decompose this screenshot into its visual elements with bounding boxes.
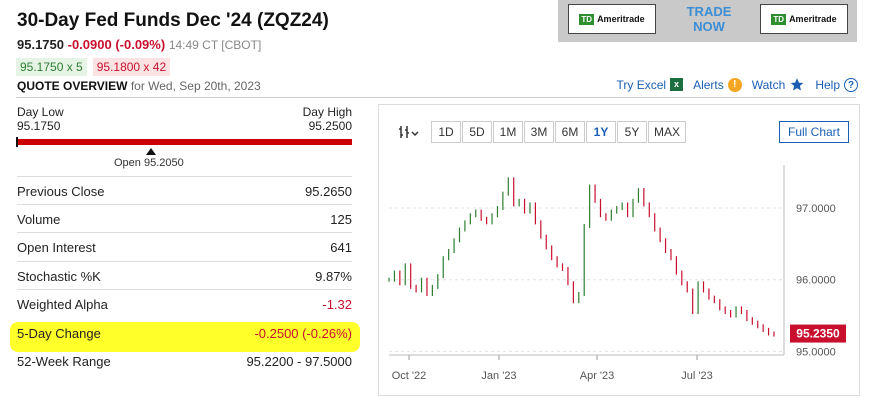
help-label: Help	[815, 77, 840, 92]
help-link[interactable]: Help ?	[815, 77, 858, 92]
y-tick-label: 96.0000	[796, 275, 836, 287]
stat-row: Weighted Alpha -1.32	[17, 289, 352, 318]
day-high-label: Day High	[302, 105, 352, 119]
quote-overview-date: for Wed, Sep 20th, 2023	[130, 79, 261, 93]
stat-value: 95.2650	[305, 183, 352, 199]
stat-value: 641	[330, 239, 352, 255]
divider	[16, 97, 856, 98]
current-price-tick	[16, 137, 18, 147]
x-tick-label: Jan '23	[481, 370, 516, 382]
try-excel-label: Try Excel	[616, 77, 667, 92]
open-label: Open 95.2050	[114, 157, 184, 169]
trade-now-button[interactable]: TRADE NOW	[660, 4, 758, 34]
stat-label: 5-Day Change	[17, 325, 101, 341]
price-line: 95.1750 -0.0900 (-0.09%) 14:49 CT [CBOT]	[17, 37, 261, 52]
bid-badge: 95.1750 x 5	[16, 58, 87, 76]
stat-label: Volume	[17, 211, 61, 227]
alert-icon: !	[727, 77, 742, 92]
ameritrade-logo-text: Ameritrade	[789, 14, 837, 24]
quote-overview-label: QUOTE OVERVIEW	[17, 79, 128, 93]
stat-value: 125	[330, 211, 352, 227]
last-price-label: 95.2350	[796, 327, 840, 341]
stat-value: -0.2500 (-0.26%)	[254, 325, 352, 341]
stat-value: -1.32	[322, 296, 352, 312]
day-high: Day High 95.2500	[303, 105, 352, 133]
stat-row: Open Interest 641	[17, 232, 352, 261]
stat-row: Volume 125	[17, 204, 352, 233]
help-icon: ?	[844, 77, 858, 92]
ad-banner[interactable]: TD Ameritrade TRADE NOW TD Ameritrade	[558, 0, 857, 42]
x-tick-label: Apr '23	[580, 370, 615, 382]
try-excel-link[interactable]: Try Excel x	[617, 78, 684, 92]
watch-label: Watch	[751, 77, 786, 92]
day-high-value: 95.2500	[308, 119, 352, 133]
y-tick-label: 97.0000	[796, 203, 836, 215]
day-low-value: 95.1750	[17, 119, 61, 133]
excel-icon: x	[670, 78, 684, 91]
trade-label: TRADE	[686, 4, 732, 19]
action-links: Try Excel x Alerts ! Watch Help ?	[617, 77, 858, 92]
stat-label: Weighted Alpha	[17, 296, 108, 312]
ameritrade-logo-right: TD Ameritrade	[760, 4, 848, 34]
ameritrade-logo-left: TD Ameritrade	[568, 4, 656, 34]
stat-row: 5-Day Change -0.2500 (-0.26%)	[17, 318, 352, 347]
ameritrade-logo-text: Ameritrade	[597, 14, 645, 24]
quote-overview-heading: QUOTE OVERVIEW for Wed, Sep 20th, 2023	[17, 79, 261, 93]
stat-row: Previous Close 95.2650	[17, 176, 352, 205]
day-range-bar	[16, 137, 352, 147]
watch-link[interactable]: Watch	[752, 77, 806, 92]
stat-label: Open Interest	[17, 239, 96, 255]
stat-row: 52-Week Range 95.2200 - 97.5000	[17, 346, 352, 375]
x-tick-label: Jul '23	[681, 370, 712, 382]
quote-time: 14:49 CT [CBOT]	[168, 38, 262, 52]
mini-chart: 1D 5D 1M 3M 6M 1Y 5Y MAX Full Chart 97.0000 96.0…	[378, 104, 860, 396]
price-chart: 97.0000 96.0000 95.0000 Oct '22 Jan '23 Apr '…	[388, 165, 846, 382]
stat-label: Stochastic %K	[17, 268, 101, 284]
td-logo-mark: TD	[771, 13, 787, 25]
alerts-label: Alerts	[693, 77, 724, 92]
price-change: -0.0900 (-0.09%)	[67, 37, 166, 52]
day-low: Day Low 95.1750	[17, 105, 64, 133]
stat-value: 95.2200 - 97.5000	[246, 353, 352, 369]
now-label: NOW	[693, 19, 725, 34]
y-tick-label: 95.0000	[796, 346, 836, 358]
stat-label: 52-Week Range	[17, 353, 111, 369]
stat-row: Stochastic %K 9.87%	[17, 261, 352, 290]
page-title: 30-Day Fed Funds Dec '24 (ZQZ24)	[17, 10, 329, 31]
td-logo-mark: TD	[579, 13, 595, 25]
star-icon	[791, 78, 804, 91]
alerts-link[interactable]: Alerts !	[693, 77, 742, 92]
stat-label: Previous Close	[17, 183, 105, 199]
ask-badge: 95.1800 x 42	[92, 58, 171, 76]
open-marker-icon	[146, 148, 156, 155]
last-price: 95.1750	[17, 37, 64, 52]
day-low-label: Day Low	[17, 105, 64, 119]
bid-ask: 95.1750 x 5 95.1800 x 42	[16, 58, 171, 76]
x-tick-label: Oct '22	[392, 370, 427, 382]
stat-value: 9.87%	[315, 268, 352, 284]
